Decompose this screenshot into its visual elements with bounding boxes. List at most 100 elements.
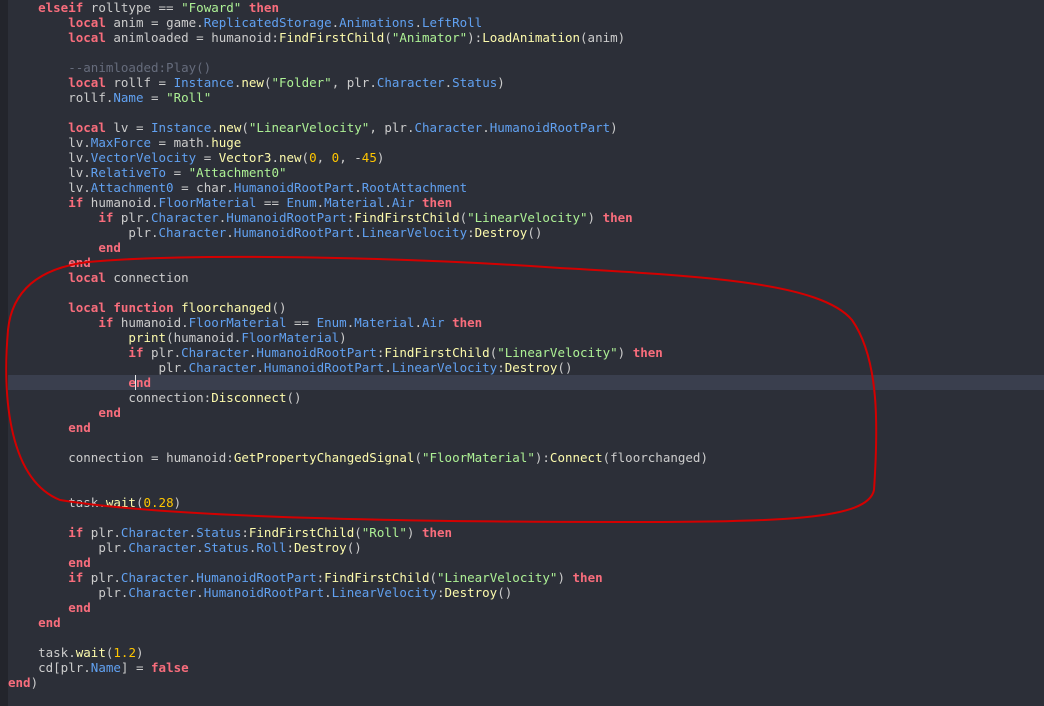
code-line[interactable]: lv.RelativeTo = "Attachment0": [8, 165, 1044, 180]
code-line[interactable]: local lv = Instance.new("LinearVelocity"…: [8, 120, 1044, 135]
code-token-str: "Animator": [391, 30, 468, 45]
code-token-kw: then: [602, 210, 633, 225]
code-line[interactable]: if plr.Character.HumanoidRootPart:FindFi…: [8, 345, 1044, 360]
code-line[interactable]: local animloaded = humanoid:FindFirstChi…: [8, 30, 1044, 45]
code-token-prop: HumanoidRootPart: [226, 210, 347, 225]
code-token-prop: HumanoidRootPart: [203, 585, 325, 600]
code-line[interactable]: if humanoid.FloorMaterial == Enum.Materi…: [8, 315, 1044, 330]
code-token-txt: :: [437, 585, 445, 600]
code-line[interactable]: end: [8, 375, 1044, 390]
code-token-fn: FindFirstChild: [278, 30, 385, 45]
code-token-txt: char.: [188, 180, 234, 195]
code-line[interactable]: end): [8, 675, 1044, 690]
code-line[interactable]: [8, 105, 1044, 120]
code-lines[interactable]: elseif rolltype == "Foward" then local a…: [0, 0, 1044, 706]
code-token-txt: ):: [534, 450, 550, 465]
code-token-kw: if: [128, 345, 144, 360]
code-line[interactable]: [8, 630, 1044, 645]
code-line[interactable]: plr.Character.Status.Roll:Destroy(): [8, 540, 1044, 555]
code-token-fn: Vector3: [218, 150, 272, 165]
code-token-op: =: [181, 180, 189, 195]
code-token-op: =: [158, 135, 167, 150]
code-line[interactable]: connection = humanoid:GetPropertyChanged…: [8, 450, 1044, 465]
code-line[interactable]: [8, 510, 1044, 525]
code-token-kw: end: [8, 675, 31, 690]
code-line[interactable]: end: [8, 555, 1044, 570]
code-token-txt: game.: [158, 15, 204, 30]
code-token-fn: huge: [211, 135, 242, 150]
code-token-txt: (): [286, 390, 302, 405]
code-token-txt: ): [135, 645, 144, 660]
code-token-str: "Roll": [166, 90, 212, 105]
code-line[interactable]: lv.MaxForce = math.huge: [8, 135, 1044, 150]
code-line[interactable]: --animloaded:Play(): [8, 60, 1044, 75]
code-line[interactable]: end: [8, 240, 1044, 255]
code-line[interactable]: [8, 285, 1044, 300]
code-line[interactable]: connection:Disconnect(): [8, 390, 1044, 405]
code-token-num: 0.28: [143, 495, 174, 510]
code-token-txt: rollf.: [68, 90, 114, 105]
code-line[interactable]: end: [8, 255, 1044, 270]
code-token-kw: end: [98, 240, 121, 255]
code-token-txt: ,: [316, 150, 332, 165]
code-token-op: =: [151, 90, 159, 105]
code-line[interactable]: rollf.Name = "Roll": [8, 90, 1044, 105]
code-line[interactable]: local connection: [8, 270, 1044, 285]
code-line[interactable]: plr.Character.HumanoidRootPart.LinearVel…: [8, 225, 1044, 240]
code-line[interactable]: lv.VectorVelocity = Vector3.new(0, 0, -4…: [8, 150, 1044, 165]
code-line[interactable]: end: [8, 600, 1044, 615]
code-editor[interactable]: elseif rolltype == "Foward" then local a…: [0, 0, 1044, 706]
code-line[interactable]: end: [8, 405, 1044, 420]
code-token-txt: .: [196, 540, 204, 555]
code-line[interactable]: cd[plr.Name] = false: [8, 660, 1044, 675]
code-token-fn: Destroy: [444, 585, 498, 600]
code-token-txt: humanoid:: [158, 450, 234, 465]
code-token-prop: HumanoidRootPart: [256, 345, 377, 360]
code-token-kw: then: [422, 195, 453, 210]
code-line[interactable]: elseif rolltype == "Foward" then: [8, 0, 1044, 15]
code-token-prop: Name: [113, 90, 144, 105]
code-token-kw: if: [98, 315, 114, 330]
code-line[interactable]: local function floorchanged(): [8, 300, 1044, 315]
code-line[interactable]: lv.Attachment0 = char.HumanoidRootPart.R…: [8, 180, 1044, 195]
code-line[interactable]: task.wait(1.2): [8, 645, 1044, 660]
code-token-str: "LinearVelocity": [497, 345, 618, 360]
code-token-txt: plr.: [98, 585, 129, 600]
code-line[interactable]: if plr.Character.HumanoidRootPart:FindFi…: [8, 570, 1044, 585]
code-line[interactable]: end: [8, 420, 1044, 435]
code-token-op: =: [173, 165, 182, 180]
code-token-prop: Name: [90, 660, 121, 675]
code-token-fn: floorchanged: [181, 300, 272, 315]
code-token-prop: Air: [422, 315, 445, 330]
code-token-txt: , plr.: [331, 75, 377, 90]
code-line[interactable]: end: [8, 615, 1044, 630]
code-line[interactable]: task.wait(0.28): [8, 495, 1044, 510]
code-line[interactable]: plr.Character.HumanoidRootPart.LinearVel…: [8, 360, 1044, 375]
code-line[interactable]: [8, 435, 1044, 450]
code-token-kw: local: [68, 300, 106, 315]
code-token-txt: (): [557, 360, 573, 375]
code-line[interactable]: if plr.Character.Status:FindFirstChild("…: [8, 525, 1044, 540]
code-line[interactable]: [8, 465, 1044, 480]
code-line[interactable]: print(humanoid.FloorMaterial): [8, 330, 1044, 345]
code-line[interactable]: if plr.Character.HumanoidRootPart:FindFi…: [8, 210, 1044, 225]
code-line[interactable]: plr.Character.HumanoidRootPart.LinearVel…: [8, 585, 1044, 600]
code-token-fn: print: [128, 330, 167, 345]
code-line[interactable]: local anim = game.ReplicatedStorage.Anim…: [8, 15, 1044, 30]
code-line[interactable]: [8, 45, 1044, 60]
code-line[interactable]: [8, 480, 1044, 495]
code-token-fn: FindFirstChild: [354, 210, 460, 225]
code-line[interactable]: if humanoid.FloorMaterial == Enum.Materi…: [8, 195, 1044, 210]
code-line[interactable]: local rollf = Instance.new("Folder", plr…: [8, 75, 1044, 90]
